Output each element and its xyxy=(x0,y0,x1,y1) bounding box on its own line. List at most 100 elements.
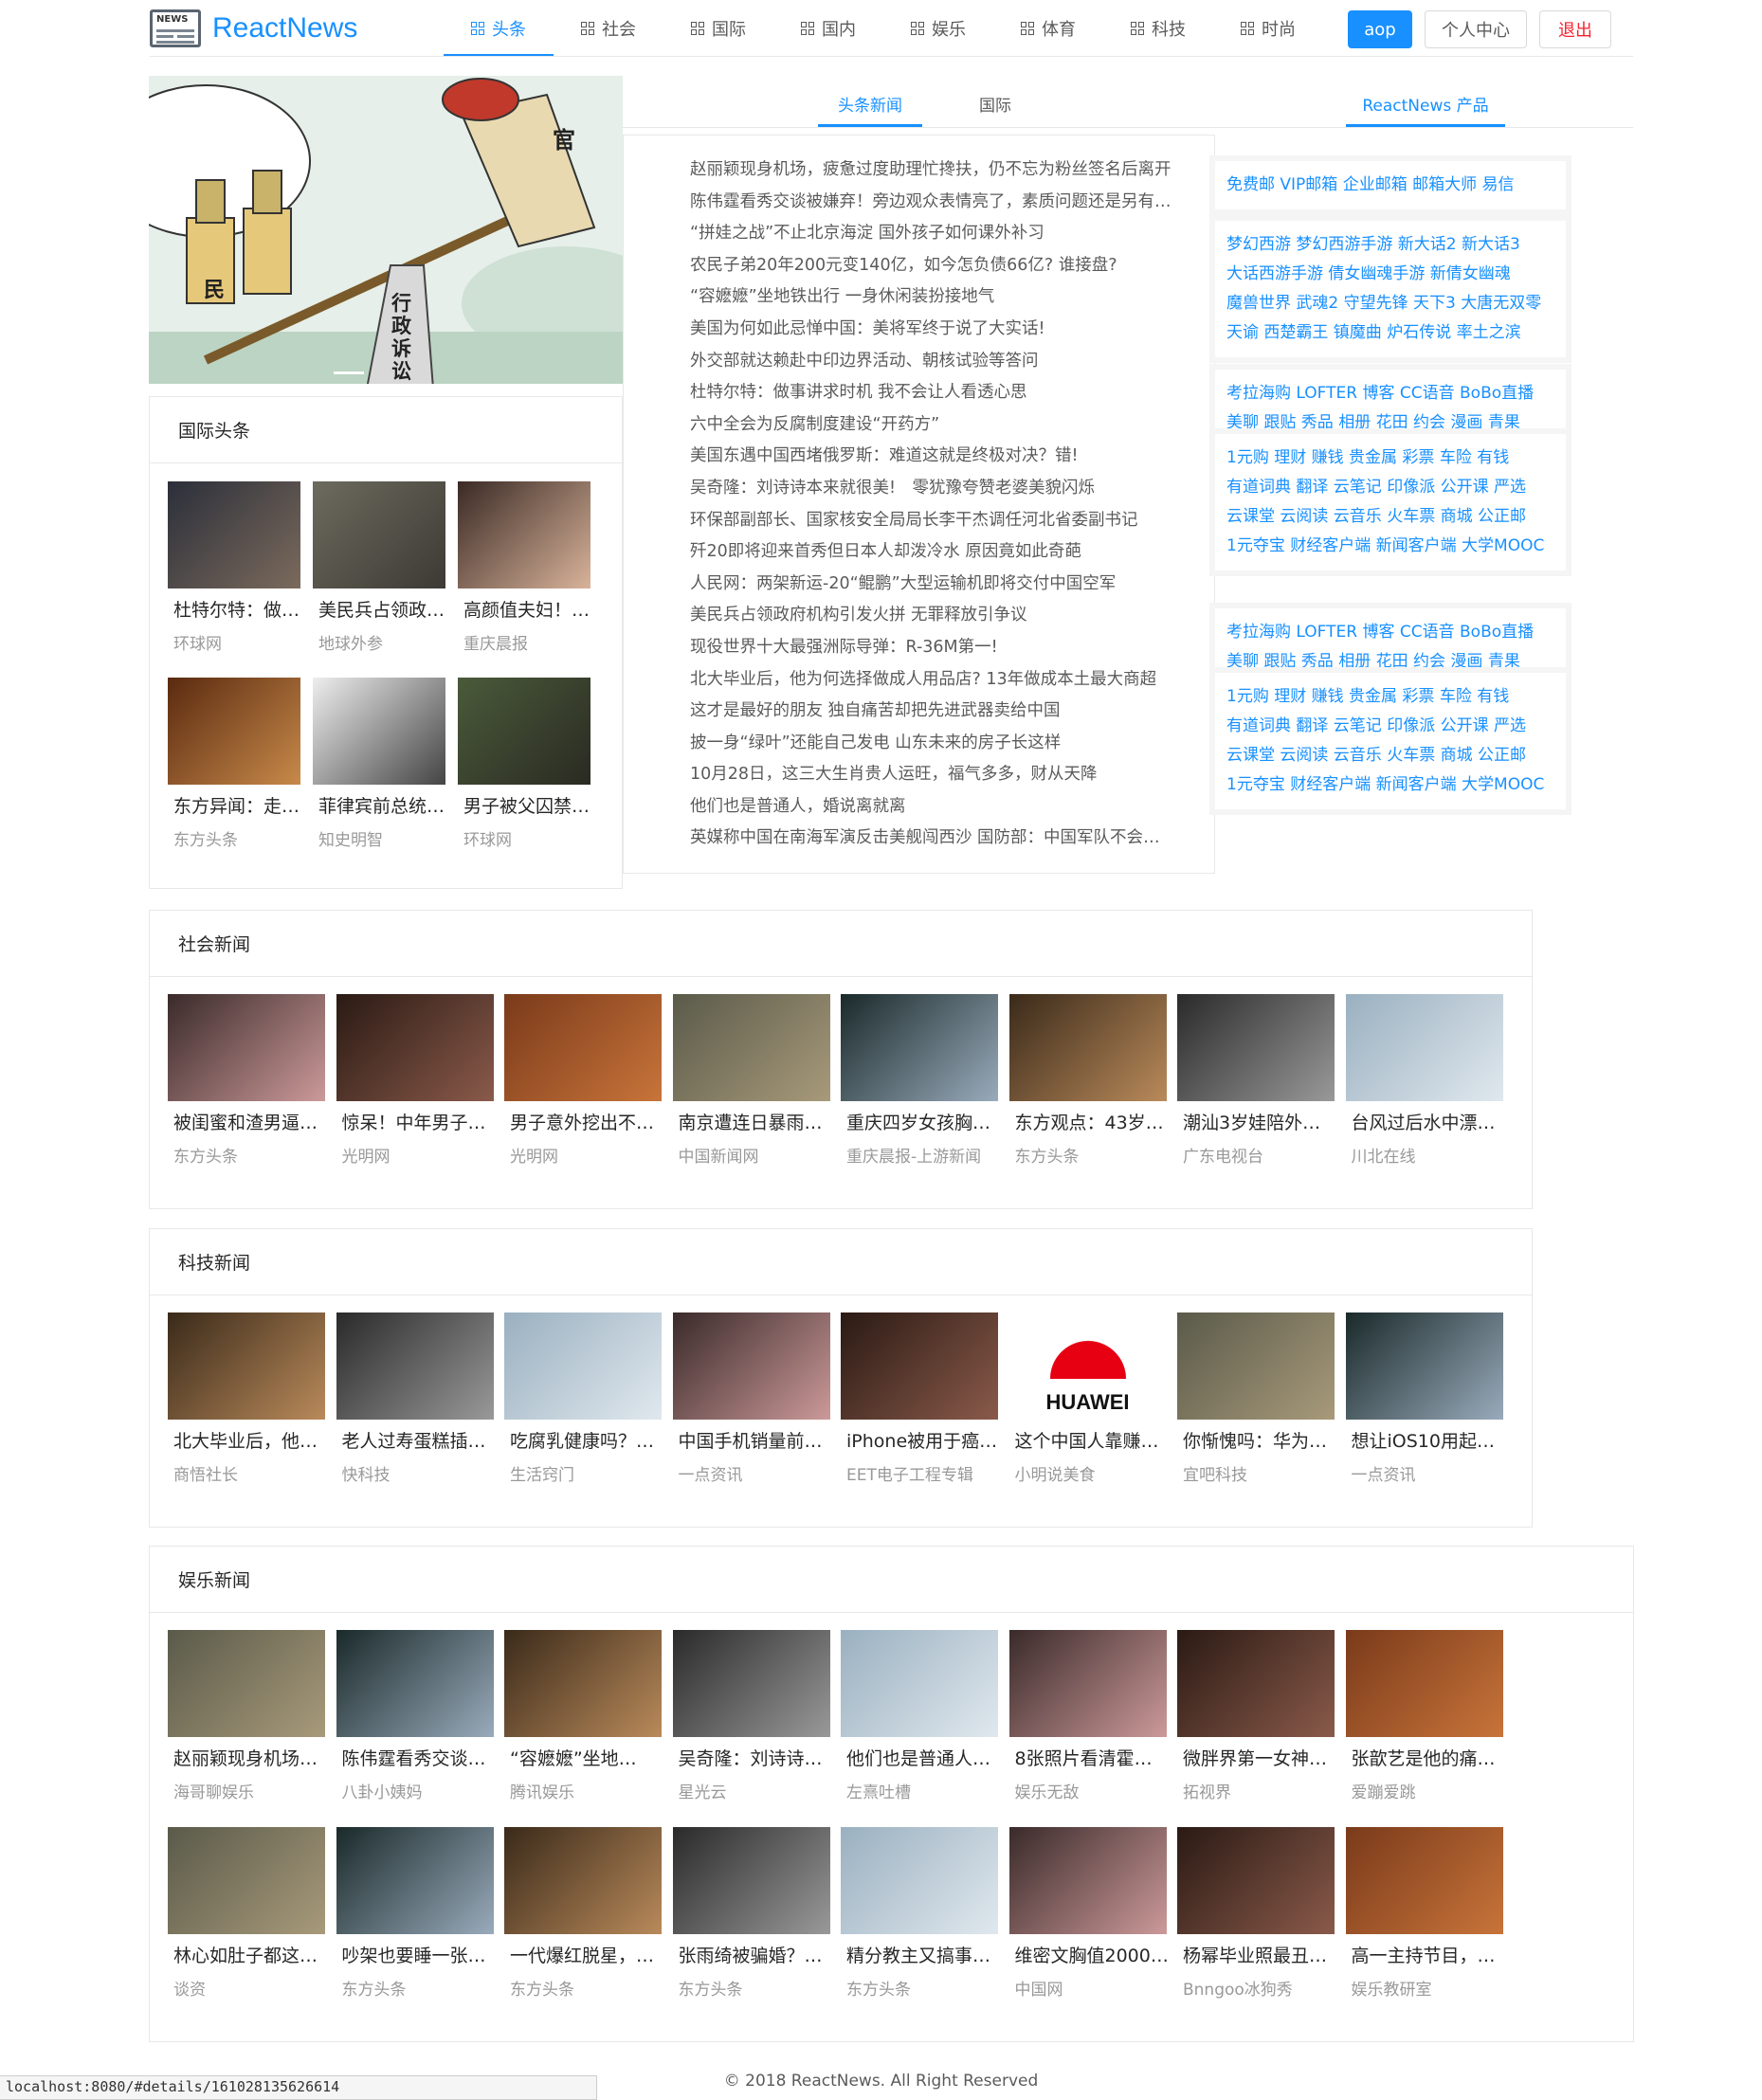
product-link[interactable]: 1元购 理财 赚钱 贵金属 彩票 车险 有钱 xyxy=(1226,444,1554,473)
news-title: 惊呆！中年男子… xyxy=(341,1113,486,1133)
news-thumb[interactable]: 杜特尔特：做… 环球网 xyxy=(168,481,300,671)
news-thumb[interactable]: 想让iOS10用起… 一点资讯 xyxy=(1345,1312,1503,1502)
carousel-dot[interactable] xyxy=(334,371,364,374)
news-thumb[interactable]: 惊呆！中年男子… 光明网 xyxy=(336,994,494,1184)
news-thumb[interactable]: 精分教主又搞事… 东方头条 xyxy=(841,1827,998,2017)
news-thumb[interactable]: 吴奇隆：刘诗诗… 星光云 xyxy=(672,1630,830,1819)
product-link[interactable]: 考拉海购 LOFTER 博客 CC语音 BoBo直播 xyxy=(1226,379,1554,408)
menu-item-fashion[interactable]: 时尚 xyxy=(1213,0,1323,57)
headline-link[interactable]: 美国为何如此忌惮中国：美将军终于说了大实话! xyxy=(690,314,1176,346)
logout-button[interactable]: 退出 xyxy=(1539,10,1611,48)
carousel-label-people: 民 xyxy=(204,279,226,302)
product-link[interactable]: 大话西游手游 倩女幽魂手游 新倩女幽魂 xyxy=(1226,260,1554,289)
product-link[interactable]: 1元购 理财 赚钱 贵金属 彩票 车险 有钱 xyxy=(1226,682,1554,712)
product-link[interactable]: 魔兽世界 武魂2 守望先锋 天下3 大唐无双零 xyxy=(1226,289,1554,318)
product-link[interactable]: 云课堂 云阅读 云音乐 火车票 商城 公正邮 xyxy=(1226,502,1554,532)
product-link[interactable]: 1元夺宝 财经客户端 新闻客户端 大学MOOC xyxy=(1226,532,1554,561)
news-thumb[interactable]: 菲律宾前总统… 知史明智 xyxy=(313,678,445,867)
headline-link[interactable]: 赵丽颖现身机场，疲惫过度助理忙搀扶，仍不忘为粉丝签名后离开 xyxy=(690,154,1176,187)
news-thumb[interactable]: 8张照片看清霍… 娱乐无敌 xyxy=(1008,1630,1167,1819)
news-thumb[interactable]: 陈伟霆看秀交谈… 八卦小姨妈 xyxy=(336,1630,494,1819)
news-thumb[interactable]: 杨幂毕业照最丑… Bnngoo冰狗秀 xyxy=(1177,1827,1335,2017)
news-thumb[interactable]: 维密文胸值2000… 中国网 xyxy=(1008,1827,1167,2017)
news-thumb[interactable]: 中国手机销量前… 一点资讯 xyxy=(672,1312,830,1502)
headline-link[interactable]: 农民子弟20年200元变140亿，如今怎负债66亿? 谁接盘? xyxy=(690,250,1176,282)
headline-link[interactable]: 杜特尔特：做事讲求时机 我不会让人看透心思 xyxy=(690,377,1176,409)
news-thumb[interactable]: 张雨绮被骗婚？… 东方头条 xyxy=(672,1827,830,2017)
product-link[interactable]: 梦幻西游 梦幻西游手游 新大话2 新大话3 xyxy=(1226,230,1554,260)
news-thumb[interactable]: 男子被父囚禁… 环球网 xyxy=(458,678,590,867)
headline-link[interactable]: 吴奇隆：刘诗诗本来就很美! 零犹豫夸赞老婆美貌闪烁 xyxy=(690,473,1176,505)
news-thumb[interactable]: 高颜值夫妇！… 重庆晨报 xyxy=(458,481,590,671)
menu-item-entertainment[interactable]: 娱乐 xyxy=(883,0,993,57)
news-thumb[interactable]: 你惭愧吗：华为… 宜吧科技 xyxy=(1177,1312,1335,1502)
news-thumb[interactable]: 美民兵占领政… 地球外参 xyxy=(313,481,445,671)
tab-products[interactable]: ReactNews 产品 xyxy=(1346,80,1505,127)
news-source: 海哥聊娱乐 xyxy=(173,1783,254,1802)
logo-badge: NEWS xyxy=(156,14,189,25)
headline-link[interactable]: 英媒称中国在南海军演反击美舰闯西沙 国防部：中国军队不会坐视不管 xyxy=(690,823,1176,855)
headline-link[interactable]: 他们也是普通人，婚说离就离 xyxy=(690,791,1176,824)
news-thumb[interactable]: 南京遭连日暴雨… 中国新闻网 xyxy=(672,994,830,1184)
menu-item-domestic[interactable]: 国内 xyxy=(773,0,883,57)
menu-item-top[interactable]: 头条 xyxy=(444,0,554,57)
headline-link[interactable]: “容嬷嬷”坐地铁出行 一身休闲装扮接地气 xyxy=(690,281,1176,314)
news-thumb[interactable]: 林心如肚子都这… 谈资 xyxy=(168,1827,325,2017)
tab-headline-news[interactable]: 头条新闻 xyxy=(818,80,922,127)
news-thumb[interactable]: 微胖界第一女神… 拓视界 xyxy=(1177,1630,1335,1819)
headline-link[interactable]: 披一身“绿叶”还能自己发电 山东未来的房子长这样 xyxy=(690,728,1176,760)
news-thumb[interactable]: 潮汕3岁娃陪外… 广东电视台 xyxy=(1177,994,1335,1184)
news-thumb[interactable]: HUAWEI 这个中国人靠赚… 小明说美食 xyxy=(1008,1312,1167,1502)
headline-link[interactable]: 美民兵占领政府机构引发火拼 无罪释放引争议 xyxy=(690,600,1176,632)
product-link[interactable]: 有道词典 翻译 云笔记 印像派 公开课 严选 xyxy=(1226,473,1554,502)
headline-link[interactable]: 这才是最好的朋友 独自痛苦却把先进武器卖给中国 xyxy=(690,696,1176,728)
product-link[interactable]: 有道词典 翻译 云笔记 印像派 公开课 严选 xyxy=(1226,712,1554,741)
news-thumb[interactable]: 老人过寿蛋糕插… 快科技 xyxy=(336,1312,494,1502)
news-thumb[interactable]: “容嬷嬷”坐地… 腾讯娱乐 xyxy=(504,1630,662,1819)
headline-link[interactable]: 陈伟霆看秀交谈被嫌弃！旁边观众表情亮了，素质问题还是另有隐情 xyxy=(690,187,1176,219)
menu-item-society[interactable]: 社会 xyxy=(554,0,663,57)
news-thumb[interactable]: 男子意外挖出不… 光明网 xyxy=(504,994,662,1184)
news-thumb[interactable]: 高一主持节目，… 娱乐教研室 xyxy=(1345,1827,1503,2017)
product-link[interactable]: 1元夺宝 财经客户端 新闻客户端 大学MOOC xyxy=(1226,770,1554,800)
headline-link[interactable]: 人民网：两架新运-20“鲲鹏”大型运输机即将交付中国空军 xyxy=(690,569,1176,601)
news-thumb[interactable]: 东方异闻：走… 东方头条 xyxy=(168,678,300,867)
news-thumb[interactable]: 北大毕业后，他… 商悟社长 xyxy=(168,1312,325,1502)
personal-center-button[interactable]: 个人中心 xyxy=(1425,10,1527,48)
headline-link[interactable]: 环保部副部长、国家核安全局局长李干杰调任河北省委副书记 xyxy=(690,505,1176,537)
news-source: 生活窍门 xyxy=(510,1466,574,1485)
news-source: 东方头条 xyxy=(678,1981,743,2000)
product-link[interactable]: 免费邮 VIP邮箱 企业邮箱 邮箱大师 易信 xyxy=(1226,171,1554,200)
headline-link[interactable]: 外交部就达赖赴中印边界活动、朝核试验等答问 xyxy=(690,346,1176,378)
news-title: 一代爆红脱星，… xyxy=(510,1946,655,1966)
tab-international[interactable]: 国际 xyxy=(962,80,1028,127)
headline-link[interactable]: 北大毕业后，他为何选择做成人用品店? 13年做成本土最大商超 xyxy=(690,664,1176,697)
news-thumb[interactable]: 东方观点：43岁… 东方头条 xyxy=(1008,994,1167,1184)
menu-item-sports[interactable]: 体育 xyxy=(993,0,1103,57)
headline-link[interactable]: 美国东遇中国西堵俄罗斯：难道这就是终极对决？错! xyxy=(690,441,1176,473)
product-link[interactable]: 云课堂 云阅读 云音乐 火车票 商城 公正邮 xyxy=(1226,741,1554,770)
news-thumb[interactable]: 吵架也要睡一张… 东方头条 xyxy=(336,1827,494,2017)
headline-link[interactable]: 现役世界十大最强洲际导弹：R-36M第一! xyxy=(690,632,1176,664)
headline-link[interactable]: 歼20即将迎来首秀但日本人却泼冷水 原因竟如此奇葩 xyxy=(690,536,1176,569)
user-button[interactable]: aop xyxy=(1348,10,1412,48)
news-thumb[interactable]: 赵丽颖现身机场… 海哥聊娱乐 xyxy=(168,1630,325,1819)
product-link[interactable]: 考拉海购 LOFTER 博客 CC语音 BoBo直播 xyxy=(1226,618,1554,647)
news-thumb[interactable]: iPhone被用于癌… EET电子工程专辑 xyxy=(841,1312,998,1502)
news-thumb[interactable]: 重庆四岁女孩胸… 重庆晨报-上游新闻 xyxy=(841,994,998,1184)
headline-link[interactable]: 六中全会为反腐制度建设“开药方” xyxy=(690,409,1176,442)
news-thumb[interactable]: 被闺蜜和渣男逼… 东方头条 xyxy=(168,994,325,1184)
logo[interactable]: NEWS ReactNews xyxy=(150,9,357,47)
news-thumb[interactable]: 他们也是普通人… 左熹吐槽 xyxy=(841,1630,998,1819)
news-thumb[interactable]: 张歆艺是他的痛… 爱蹦爱跳 xyxy=(1345,1630,1503,1819)
product-link[interactable]: 天谕 西楚霸王 镇魔曲 炉石传说 率土之滨 xyxy=(1226,318,1554,348)
menu-item-tech[interactable]: 科技 xyxy=(1103,0,1213,57)
news-thumb[interactable]: 台风过后水中漂… 川北在线 xyxy=(1345,994,1503,1184)
headline-link[interactable]: 10月28日，这三大生肖贵人运旺，福气多多，财从天降 xyxy=(690,759,1176,791)
carousel-image[interactable]: 官 民 行政诉讼 xyxy=(149,76,623,384)
news-thumb[interactable]: 吃腐乳健康吗？… 生活窍门 xyxy=(504,1312,662,1502)
menu-item-international[interactable]: 国际 xyxy=(663,0,773,57)
news-title: 这个中国人靠赚… xyxy=(1014,1431,1159,1452)
news-thumb[interactable]: 一代爆红脱星，… 东方头条 xyxy=(504,1827,662,2017)
headline-link[interactable]: “拼娃之战”不止北京海淀 国外孩子如何课外补习 xyxy=(690,218,1176,250)
